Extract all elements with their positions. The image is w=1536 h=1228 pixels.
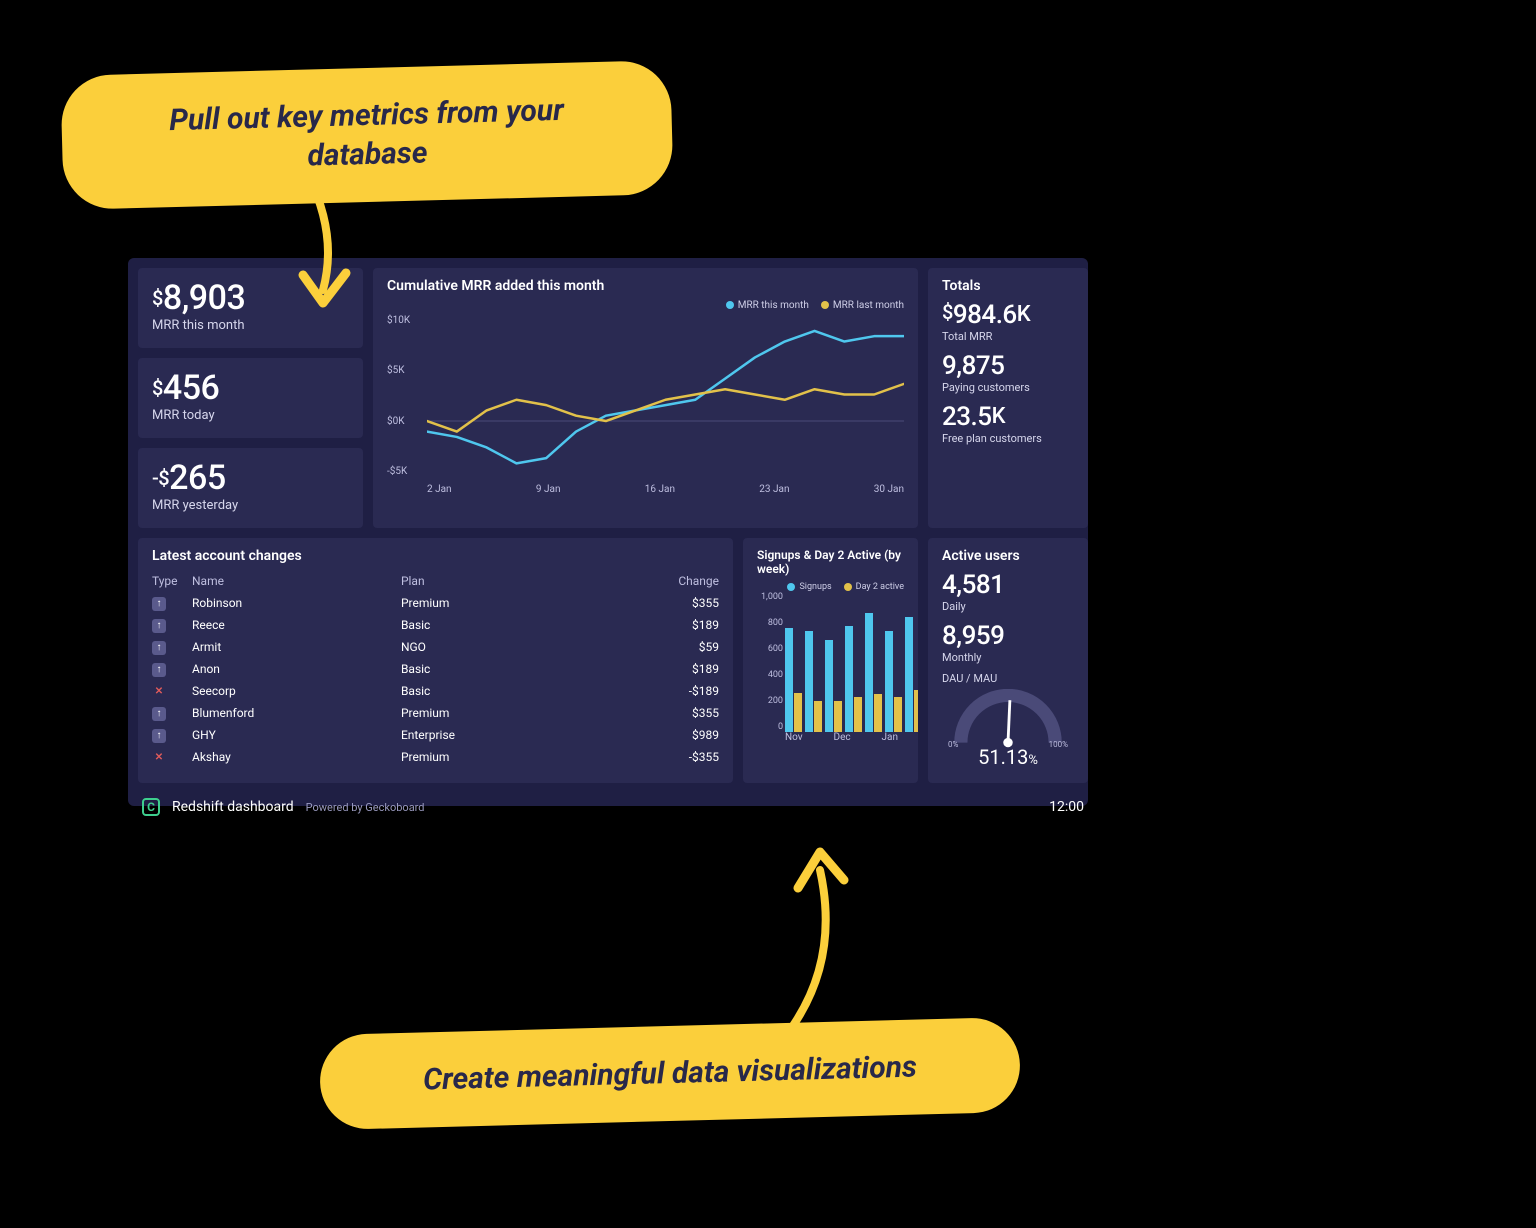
- line-chart-legend: MRR this month MRR last month: [387, 300, 904, 311]
- active-users-tile: Active users 4,581 Daily 8,959 Monthly D…: [928, 538, 1088, 783]
- arrow-bottom-icon: [770, 840, 860, 1030]
- line-chart-svg: [427, 315, 904, 474]
- chart-signups: Signups & Day 2 Active (by week) Signups…: [743, 538, 918, 783]
- bar-pair: [805, 631, 822, 732]
- table-account-changes: Latest account changes Type Name Plan Ch…: [138, 538, 733, 783]
- totals-tile: Totals $984.6K Total MRR 9,875 Paying cu…: [928, 268, 1088, 528]
- table-row: ✕AkshayPremium-$355: [152, 746, 719, 768]
- table-row: ✕SeecorpBasic-$189: [152, 680, 719, 702]
- arrow-up-icon: ↑: [152, 641, 166, 655]
- bar-pair: [905, 617, 918, 732]
- bar-pair: [785, 628, 802, 732]
- callout-bottom: Create meaningful data visualizations: [319, 1017, 1021, 1130]
- dashboard: $8,903 MRR this month $456 MRR today -$2…: [128, 258, 1088, 806]
- bar-pair: [825, 640, 842, 732]
- chart-cumulative-mrr: Cumulative MRR added this month MRR this…: [373, 268, 918, 528]
- powered-by: Powered by Geckoboard: [306, 801, 425, 814]
- dashboard-title: Redshift dashboard: [172, 799, 294, 815]
- dashboard-footer: C Redshift dashboard Powered by Geckoboa…: [138, 793, 1088, 821]
- callout-top: Pull out key metrics from your database: [60, 60, 673, 210]
- footer-clock: 12:00: [1049, 799, 1084, 815]
- arrow-up-icon: ↑: [152, 707, 166, 721]
- bar-pair: [845, 626, 862, 732]
- arrow-up-icon: ↑: [152, 597, 166, 611]
- metric-mrr-yesterday: -$265 MRR yesterday: [138, 448, 363, 528]
- bar-pair: [865, 613, 882, 732]
- geckoboard-logo-icon: C: [142, 798, 160, 816]
- arrow-up-icon: ↑: [152, 663, 166, 677]
- bar-pair: [885, 631, 902, 732]
- table-row: ↑ReeceBasic$189: [152, 614, 719, 636]
- table-row: ↑GHYEnterprise$989: [152, 724, 719, 746]
- table-row: ↑ArmitNGO$59: [152, 636, 719, 658]
- arrow-up-icon: ↑: [152, 729, 166, 743]
- arrow-up-icon: ↑: [152, 619, 166, 633]
- table-row: ↑BlumenfordPremium$355: [152, 702, 719, 724]
- metric-mrr-today: $456 MRR today: [138, 358, 363, 438]
- x-icon: ✕: [152, 685, 166, 699]
- bar-chart-legend: Signups Day 2 active: [757, 582, 904, 592]
- table-row: ↑AnonBasic$189: [152, 658, 719, 680]
- x-icon: ✕: [152, 751, 166, 765]
- table-row: ↑RobinsonPremium$355: [152, 592, 719, 614]
